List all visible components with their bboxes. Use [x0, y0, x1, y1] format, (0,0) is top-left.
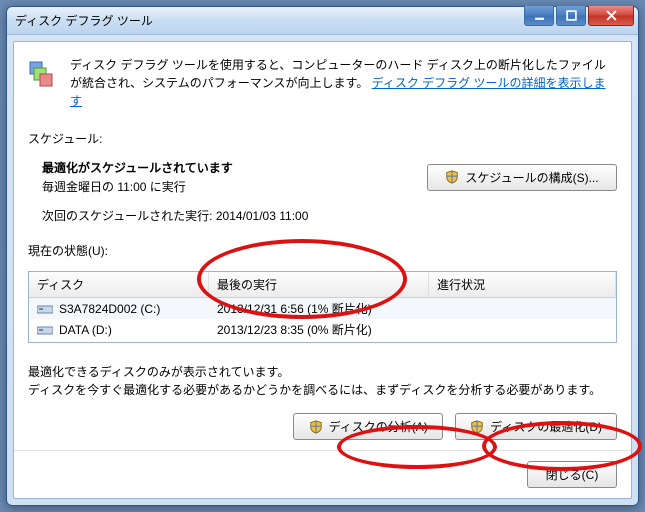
- configure-schedule-button[interactable]: スケジュールの構成(S)...: [427, 164, 617, 191]
- client-area: ディスク デフラグ ツールを使用すると、コンピューターのハード ディスク上の断片…: [13, 41, 632, 499]
- list-header: ディスク 最後の実行 進行状況: [29, 272, 616, 298]
- shield-icon: [470, 420, 484, 434]
- intro: ディスク デフラグ ツールを使用すると、コンピューターのハード ディスク上の断片…: [28, 56, 617, 110]
- table-row[interactable]: System 2013/12/23 8:36 (0% 断片化): [29, 340, 616, 343]
- disk-progress: [429, 328, 616, 332]
- button-row: ディスクの分析(A) ディスクの最適化(D): [28, 413, 617, 440]
- col-last[interactable]: 最後の実行: [209, 272, 429, 297]
- status-section-text: 現在の状態(U):: [28, 244, 108, 258]
- schedule-section-label: スケジュール:: [28, 130, 617, 147]
- disk-name: S3A7824D002 (C:): [59, 302, 160, 316]
- defrag-icon: [28, 56, 60, 88]
- intro-text: ディスク デフラグ ツールを使用すると、コンピューターのハード ディスク上の断片…: [70, 56, 617, 110]
- optimize-button[interactable]: ディスクの最適化(D): [455, 413, 617, 440]
- disk-progress: [429, 307, 616, 311]
- analyze-label: ディスクの分析(A): [329, 418, 428, 435]
- table-row[interactable]: DATA (D:) 2013/12/23 8:35 (0% 断片化): [29, 319, 616, 340]
- shield-icon: [309, 420, 323, 434]
- analyze-button[interactable]: ディスクの分析(A): [293, 413, 443, 440]
- minimize-button[interactable]: [524, 6, 554, 26]
- close-dialog-button[interactable]: 閉じる(C): [527, 461, 617, 488]
- next-run-label: 次回のスケジュールされた実行:: [42, 209, 216, 223]
- window-buttons: [522, 6, 634, 26]
- window-title: ディスク デフラグ ツール: [15, 12, 153, 29]
- col-disk[interactable]: ディスク: [29, 272, 209, 297]
- table-row[interactable]: S3A7824D002 (C:) 2013/12/31 6:56 (1% 断片化…: [29, 298, 616, 319]
- footer-note: 最適化できるディスクのみが表示されています。 ディスクを今すぐ最適化する必要があ…: [28, 363, 617, 399]
- drive-icon: [37, 324, 53, 336]
- bottom-row: 閉じる(C): [14, 450, 631, 488]
- drive-icon: [37, 303, 53, 315]
- disk-last: 2013/12/23 8:35 (0% 断片化): [209, 319, 429, 340]
- disk-last: 2013/12/31 6:56 (1% 断片化): [209, 298, 429, 319]
- next-run-value: 2014/01/03 11:00: [216, 209, 309, 223]
- optimize-label: ディスクの最適化(D): [490, 418, 602, 435]
- col-progress[interactable]: 進行状況: [429, 272, 616, 297]
- titlebar[interactable]: ディスク デフラグ ツール: [7, 7, 638, 35]
- schedule-row: 最適化がスケジュールされています 毎週金曜日の 11:00 に実行 スケジュール…: [28, 159, 617, 195]
- disk-name: DATA (D:): [59, 323, 112, 337]
- footer-line2: ディスクを今すぐ最適化する必要があるかどうかを調べるには、まずディスクを分析する…: [28, 381, 617, 399]
- window: ディスク デフラグ ツール ディスク デフラグ ツールを使: [6, 6, 639, 506]
- configure-schedule-label: スケジュールの構成(S)...: [465, 169, 598, 186]
- close-button[interactable]: [588, 6, 634, 26]
- footer-line1: 最適化できるディスクのみが表示されています。: [28, 363, 617, 381]
- maximize-button[interactable]: [556, 6, 586, 26]
- schedule-detail: 毎週金曜日の 11:00 に実行: [42, 178, 233, 195]
- disk-last: 2013/12/23 8:36 (0% 断片化): [209, 340, 429, 343]
- shield-icon: [445, 170, 459, 184]
- close-label: 閉じる(C): [546, 466, 599, 483]
- schedule-info: 最適化がスケジュールされています 毎週金曜日の 11:00 に実行: [42, 159, 233, 195]
- next-run: 次回のスケジュールされた実行: 2014/01/03 11:00: [42, 207, 617, 224]
- disk-list[interactable]: ディスク 最後の実行 進行状況 S3A7824D002 (C:) 2013/12…: [28, 271, 617, 343]
- status-section-label: 現在の状態(U):: [28, 242, 617, 259]
- schedule-headline: 最適化がスケジュールされています: [42, 161, 233, 175]
